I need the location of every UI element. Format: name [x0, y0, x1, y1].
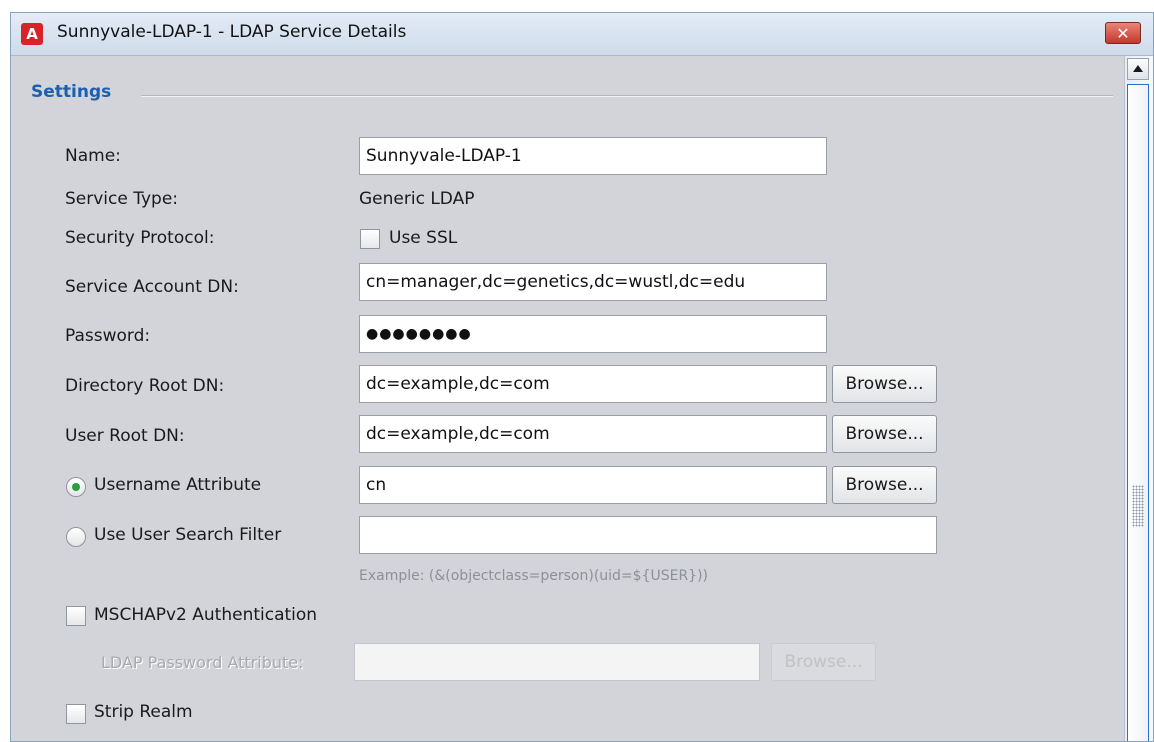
- username-attribute-label: Username Attribute: [94, 475, 262, 495]
- ldap-service-details-window: A Sunnyvale-LDAP-1 - LDAP Service Detail…: [10, 12, 1154, 742]
- mschapv2-checkbox[interactable]: [66, 606, 86, 626]
- ldap-password-attribute-browse-button[interactable]: Browse...: [771, 643, 876, 681]
- service-type-value: Generic LDAP: [359, 189, 475, 209]
- user-search-filter-radio[interactable]: [66, 527, 86, 547]
- username-attribute-input[interactable]: cn: [359, 466, 827, 504]
- security-protocol-label: Security Protocol:: [65, 228, 215, 248]
- window-title: Sunnyvale-LDAP-1 - LDAP Service Details: [57, 22, 407, 42]
- directory-root-dn-label: Directory Root DN:: [65, 376, 225, 396]
- username-attribute-browse-button[interactable]: Browse...: [832, 466, 937, 504]
- service-account-dn-input[interactable]: cn=manager,dc=genetics,dc=wustl,dc=edu: [359, 263, 827, 301]
- directory-root-dn-input[interactable]: dc=example,dc=com: [359, 365, 827, 403]
- use-ssl-label: Use SSL: [389, 228, 458, 248]
- app-logo-icon: A: [21, 23, 43, 45]
- user-root-dn-browse-button[interactable]: Browse...: [832, 415, 937, 453]
- close-button[interactable]: ✕: [1105, 22, 1141, 44]
- mschapv2-label: MSCHAPv2 Authentication: [94, 605, 318, 625]
- user-search-filter-hint: Example: (&(objectclass=person)(uid=${US…: [359, 568, 709, 584]
- vertical-scrollbar[interactable]: [1124, 56, 1153, 741]
- username-attribute-radio[interactable]: [66, 477, 86, 497]
- ldap-password-attribute-label: LDAP Password Attribute:: [101, 653, 304, 672]
- name-label: Name:: [65, 146, 121, 166]
- user-search-filter-label: Use User Search Filter: [94, 525, 282, 545]
- grip-icon: [1132, 485, 1144, 527]
- service-account-dn-label: Service Account DN:: [65, 277, 239, 297]
- section-title-settings: Settings: [31, 82, 120, 102]
- use-ssl-checkbox[interactable]: [360, 229, 380, 249]
- strip-realm-checkbox[interactable]: [66, 704, 86, 724]
- user-search-filter-input[interactable]: [359, 516, 937, 554]
- service-type-label: Service Type:: [65, 189, 179, 209]
- user-root-dn-label: User Root DN:: [65, 426, 185, 446]
- scroll-thumb[interactable]: [1127, 84, 1149, 741]
- directory-root-dn-browse-button[interactable]: Browse...: [832, 365, 937, 403]
- title-bar: A Sunnyvale-LDAP-1 - LDAP Service Detail…: [11, 13, 1153, 56]
- arrow-up-icon[interactable]: [1127, 58, 1149, 80]
- name-input[interactable]: Sunnyvale-LDAP-1: [359, 137, 827, 175]
- password-input[interactable]: ●●●●●●●●: [359, 315, 827, 353]
- ldap-password-attribute-input[interactable]: [354, 643, 760, 681]
- user-root-dn-input[interactable]: dc=example,dc=com: [359, 415, 827, 453]
- password-label: Password:: [65, 326, 151, 346]
- strip-realm-label: Strip Realm: [94, 702, 193, 722]
- section-divider: [141, 95, 1113, 97]
- settings-panel: Settings Name: Sunnyvale-LDAP-1 Service …: [11, 56, 1125, 741]
